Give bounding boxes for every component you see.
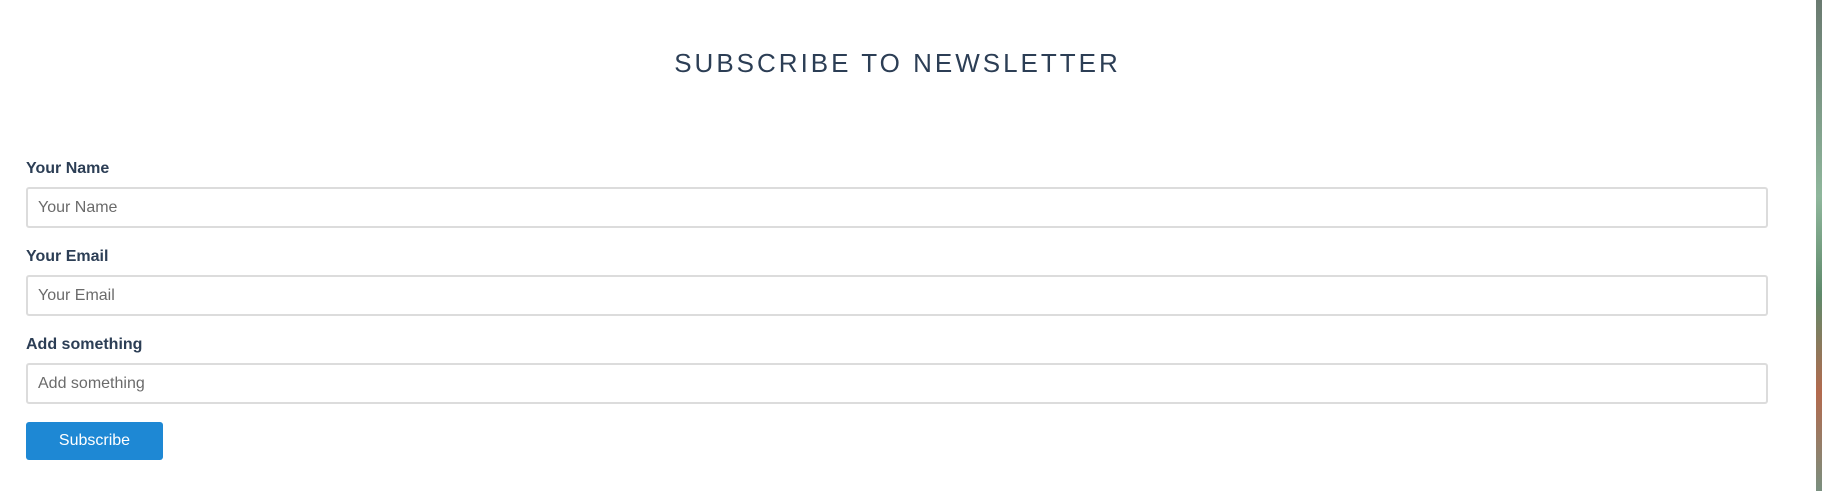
email-input[interactable] [26, 275, 1768, 316]
message-field-group: Add something [26, 336, 1768, 404]
background-image-edge [1816, 0, 1822, 491]
message-input[interactable] [26, 363, 1768, 404]
newsletter-section: SUBSCRIBE TO NEWSLETTER Your Name Your E… [0, 0, 1795, 491]
page: SUBSCRIBE TO NEWSLETTER Your Name Your E… [0, 0, 1822, 491]
message-label: Add something [26, 336, 143, 353]
page-title: SUBSCRIBE TO NEWSLETTER [674, 48, 1121, 78]
name-label: Your Name [26, 160, 110, 177]
email-label: Your Email [26, 248, 109, 265]
name-input[interactable] [26, 187, 1768, 228]
subscribe-button[interactable]: Subscribe [26, 422, 163, 460]
newsletter-form: Your Name Your Email Add something Subsc… [26, 160, 1768, 460]
name-field-group: Your Name [26, 160, 1768, 228]
email-field-group: Your Email [26, 248, 1768, 316]
